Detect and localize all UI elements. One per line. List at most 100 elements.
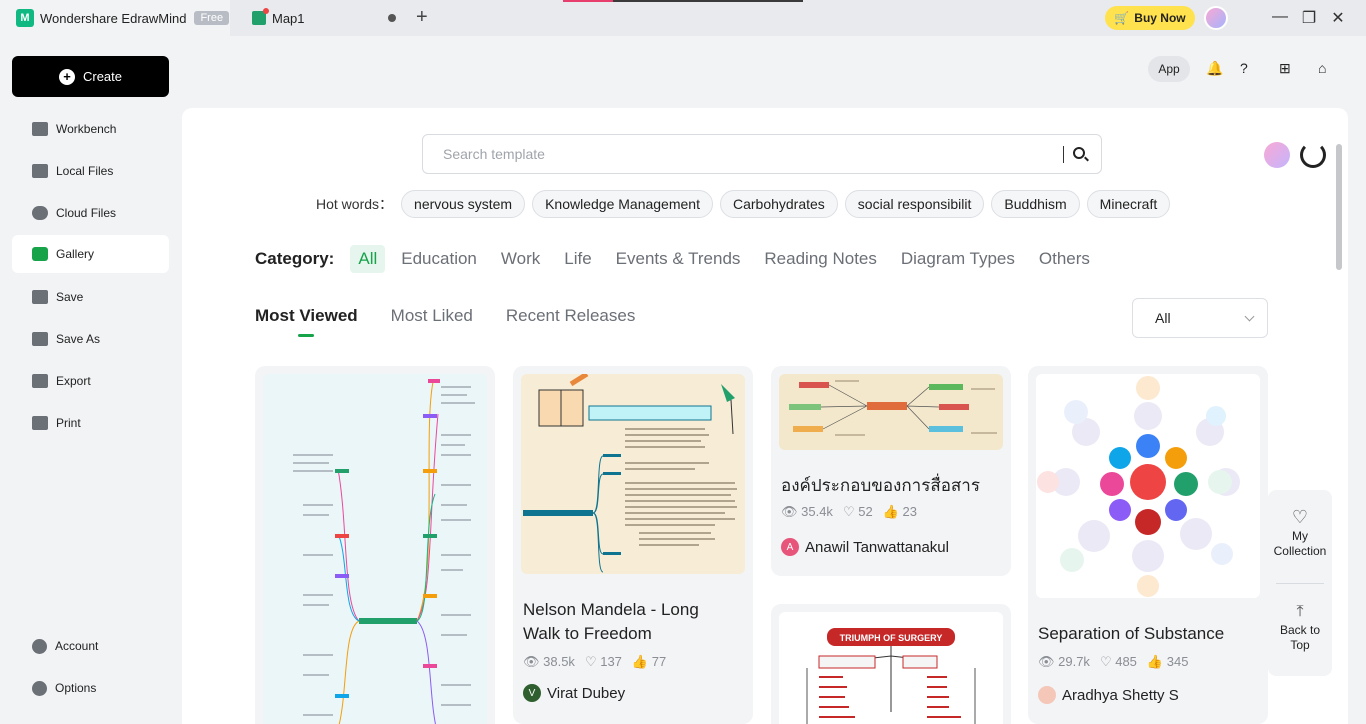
sidebar-item-label: Save As	[56, 332, 101, 346]
tab-most-viewed[interactable]: Most Viewed	[255, 306, 358, 337]
thumbs-count: 👍 77	[631, 654, 667, 669]
template-thumbnail: TRIUMPH OF SURGERY	[779, 612, 1003, 724]
category-education[interactable]: Education	[401, 249, 477, 269]
sidebar-item-label: Options	[55, 681, 97, 695]
help-icon[interactable]: ?	[1240, 60, 1248, 76]
unsaved-dot-icon[interactable]	[388, 14, 396, 22]
title-bar: M Wondershare EdrawMind Free Map1 + 🛒 Bu…	[0, 0, 1366, 36]
sidebar-item-label: Save	[56, 290, 84, 304]
likes-count: ♡ 52	[842, 504, 873, 519]
sidebar-item-cloud-files[interactable]: Cloud Files	[12, 194, 169, 232]
template-card[interactable]: Nelson Mandela - Long Walk to Freedom 👁 …	[513, 366, 753, 724]
hot-word-chip[interactable]: Carbohydrates	[719, 190, 838, 218]
export-icon	[32, 374, 48, 388]
template-card[interactable]: Separation of Substance 👁 29.7k ♡ 485 👍 …	[1028, 366, 1268, 724]
filter-select[interactable]: All	[1132, 298, 1268, 338]
thumbs-count: 👍 23	[882, 504, 917, 519]
bell-icon[interactable]: 🔔	[1206, 60, 1223, 77]
sidebar-item-account[interactable]: Account	[12, 627, 169, 665]
mindmap-thumbnail-svg	[789, 380, 997, 436]
hot-word-chip[interactable]: Buddhism	[991, 190, 1080, 218]
mindmap-file-icon	[252, 8, 269, 25]
account-icon	[32, 638, 47, 654]
sidebar-item-label: Workbench	[56, 122, 117, 136]
back-to-top-button[interactable]: ⤒ Back to Top	[1268, 604, 1332, 653]
plus-icon: +	[58, 68, 75, 85]
avatar[interactable]	[1264, 142, 1290, 168]
author-name: Virat Dubey	[547, 684, 626, 702]
template-stats: 👁 38.5k ♡ 137 👍 77	[523, 654, 676, 670]
template-title[interactable]: Separation of Substance	[1038, 622, 1224, 646]
sidebar-item-save-as[interactable]: Save As	[12, 320, 169, 358]
views-count: 👁 29.7k	[1038, 654, 1090, 669]
category-diagram-types[interactable]: Diagram Types	[901, 249, 1015, 269]
category-others[interactable]: Others	[1039, 249, 1090, 269]
sidebar-item-label: Account	[55, 639, 99, 653]
create-button[interactable]: + Create	[12, 56, 169, 97]
hot-word-chip[interactable]: Knowledge Management	[532, 190, 713, 218]
sidebar-item-local-files[interactable]: Local Files	[12, 152, 169, 190]
template-author[interactable]: A Anawil Tanwattanakul	[781, 538, 949, 556]
divider	[1276, 583, 1324, 584]
gallery-icon	[32, 247, 48, 261]
hot-word-chip[interactable]: Minecraft	[1086, 190, 1171, 218]
app-tab-label: Wondershare EdrawMind	[40, 10, 187, 26]
map-tab[interactable]: Map1	[232, 0, 410, 36]
template-title[interactable]: Nelson Mandela - Long Walk to Freedom	[523, 598, 699, 646]
chevron-down-icon	[1244, 311, 1255, 322]
category-label: Category:	[255, 249, 335, 268]
category-all[interactable]: All	[350, 245, 386, 273]
category-reading-notes[interactable]: Reading Notes	[764, 249, 876, 269]
app-tab[interactable]: M Wondershare EdrawMind Free	[0, 0, 230, 36]
template-thumbnail	[779, 374, 1003, 450]
thumbs-count: 👍 345	[1146, 654, 1189, 669]
sidebar-item-gallery[interactable]: Gallery	[12, 235, 169, 273]
sidebar-item-save[interactable]: Save	[12, 278, 169, 316]
apps-grid-icon[interactable]: ⊞	[1279, 60, 1291, 77]
sidebar-item-print[interactable]: Print	[12, 404, 169, 442]
minimize-button[interactable]: —	[1270, 8, 1290, 26]
sidebar-item-workbench[interactable]: Workbench	[12, 110, 169, 148]
new-tab-button[interactable]: +	[416, 6, 428, 29]
buy-now-button[interactable]: 🛒 Buy Now	[1105, 6, 1195, 30]
template-title[interactable]: องค์ประกอบของการสื่อสาร	[781, 474, 980, 498]
template-author[interactable]: V Virat Dubey	[523, 684, 625, 702]
sort-tabs: Most Viewed Most Liked Recent Releases	[255, 306, 668, 337]
my-collection-button[interactable]: ♡ My Collection	[1268, 508, 1332, 559]
author-avatar	[1038, 686, 1056, 704]
category-life[interactable]: Life	[564, 249, 591, 269]
shirt-icon[interactable]: ⌂	[1318, 60, 1326, 76]
template-card[interactable]: TRIUMPH OF SURGERY	[771, 604, 1011, 724]
refresh-icon[interactable]	[1300, 142, 1326, 168]
likes-count: ♡ 485	[1099, 654, 1137, 669]
tab-recent-releases[interactable]: Recent Releases	[506, 306, 635, 326]
category-bar: Category: All Education Work Life Events…	[255, 243, 1114, 275]
template-card[interactable]	[255, 366, 495, 724]
hot-word-chip[interactable]: social responsibilit	[844, 190, 985, 218]
save-icon	[32, 290, 48, 304]
hot-word-chip[interactable]: nervous system	[401, 190, 526, 218]
template-stats: 👁 29.7k ♡ 485 👍 345	[1038, 654, 1198, 670]
category-work[interactable]: Work	[501, 249, 540, 269]
close-button[interactable]: ✕	[1328, 8, 1348, 28]
template-author[interactable]: Aradhya Shetty S	[1038, 686, 1179, 704]
sidebar-item-label: Print	[56, 416, 81, 430]
views-count: 👁 35.4k	[781, 504, 833, 519]
tab-most-liked[interactable]: Most Liked	[391, 306, 473, 326]
template-card[interactable]: องค์ประกอบของการสื่อสาร 👁 35.4k ♡ 52 👍 2…	[771, 366, 1011, 576]
save-as-icon	[32, 332, 48, 346]
gear-icon	[32, 680, 47, 696]
scrollbar[interactable]	[1336, 144, 1342, 270]
sidebar-item-export[interactable]: Export	[12, 362, 169, 400]
template-thumbnail	[263, 374, 487, 724]
category-events-trends[interactable]: Events & Trends	[616, 249, 741, 269]
author-avatar: V	[523, 684, 541, 702]
float-panel: ♡ My Collection ⤒ Back to Top	[1268, 490, 1332, 676]
app-button[interactable]: App	[1148, 56, 1190, 82]
search-input[interactable]	[423, 135, 1053, 173]
maximize-button[interactable]: ❐	[1299, 8, 1319, 28]
hot-words-label: Hot words：	[316, 196, 394, 212]
search-icon[interactable]	[1073, 147, 1085, 159]
sidebar-item-options[interactable]: Options	[12, 669, 169, 707]
user-avatar-top[interactable]	[1204, 6, 1228, 30]
